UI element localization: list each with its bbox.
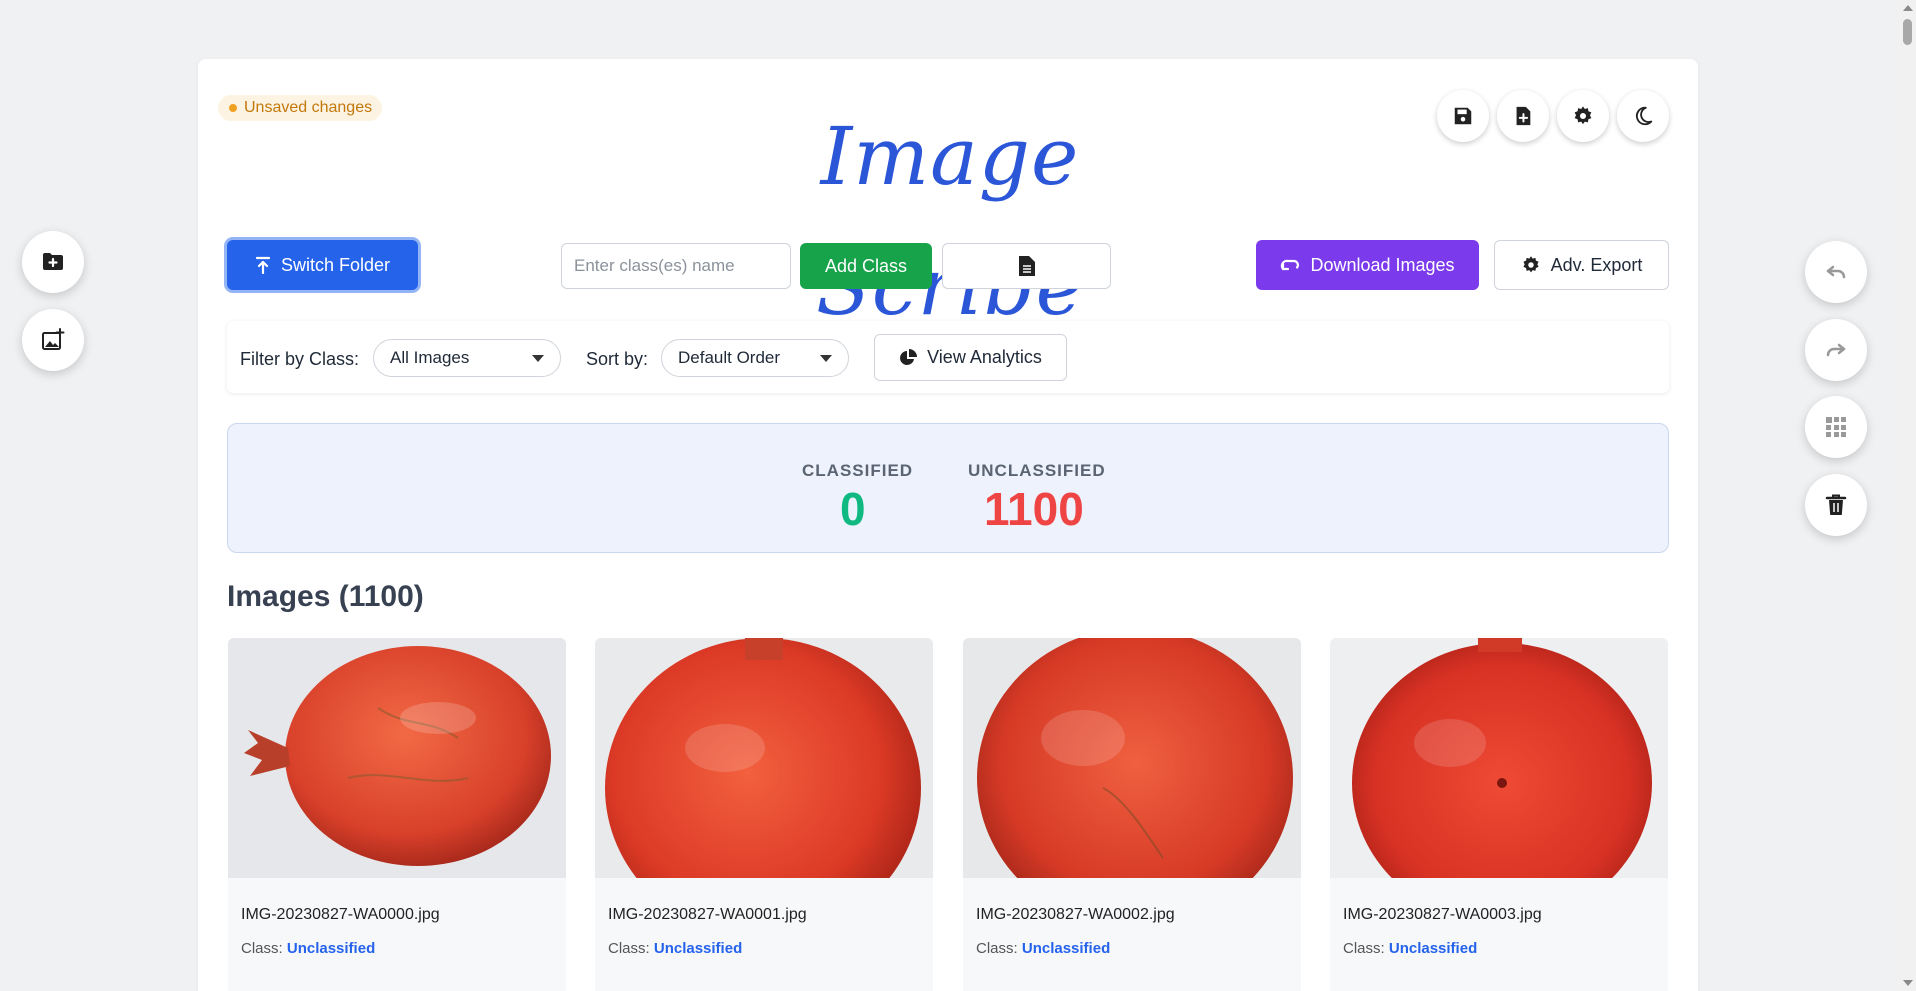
app-title: Image Scribe bbox=[816, 110, 1083, 333]
image-class: Class: Unclassified bbox=[241, 940, 375, 957]
switch-folder-button[interactable]: Switch Folder bbox=[227, 240, 418, 290]
unsaved-changes-badge: Unsaved changes bbox=[218, 95, 383, 121]
moon-icon bbox=[1635, 106, 1653, 126]
download-images-label: Download Images bbox=[1310, 254, 1455, 275]
upload-icon bbox=[255, 256, 271, 274]
gear-icon bbox=[1574, 106, 1592, 125]
class-value: Unclassified bbox=[1388, 940, 1478, 957]
advanced-export-label: Adv. Export bbox=[1550, 254, 1643, 275]
page-scrollbar[interactable] bbox=[1899, 0, 1916, 991]
settings-button[interactable] bbox=[1557, 90, 1609, 142]
new-file-button[interactable] bbox=[1497, 90, 1549, 142]
download-icon bbox=[1281, 259, 1300, 271]
image-card[interactable]: IMG-20230827-WA0002.jpg Class: Unclassif… bbox=[963, 638, 1301, 991]
class-prefix: Class: bbox=[241, 940, 283, 957]
images-heading: Images (1100) bbox=[227, 580, 424, 613]
image-card[interactable]: IMG-20230827-WA0000.jpg Class: Unclassif… bbox=[228, 638, 566, 991]
grid-icon bbox=[1826, 417, 1846, 437]
delete-button[interactable] bbox=[1805, 474, 1867, 536]
add-folder-button[interactable] bbox=[22, 231, 84, 293]
image-class: Class: Unclassified bbox=[1343, 940, 1477, 957]
filter-class-select[interactable]: All Images bbox=[373, 339, 561, 377]
save-button[interactable] bbox=[1437, 90, 1489, 142]
unclassified-label: UNCLASSIFIED bbox=[968, 461, 1106, 480]
add-class-button[interactable]: Add Class bbox=[800, 243, 932, 289]
undo-icon bbox=[1826, 265, 1846, 279]
scroll-thumb[interactable] bbox=[1903, 19, 1912, 45]
class-value: Unclassified bbox=[653, 940, 743, 957]
image-class: Class: Unclassified bbox=[976, 940, 1110, 957]
trash-icon bbox=[1825, 494, 1847, 515]
gear-icon bbox=[1523, 256, 1539, 273]
image-class: Class: Unclassified bbox=[608, 940, 742, 957]
classified-label: CLASSIFIED bbox=[802, 461, 914, 480]
image-plus-icon bbox=[42, 328, 65, 350]
filter-by-class-label: Filter by Class: bbox=[240, 349, 360, 369]
redo-button[interactable] bbox=[1805, 319, 1867, 381]
class-value: Unclassified bbox=[286, 940, 376, 957]
folder-plus-icon bbox=[43, 253, 63, 270]
scroll-down-arrow[interactable] bbox=[1903, 980, 1913, 986]
class-name-input[interactable] bbox=[561, 243, 791, 289]
dark-mode-button[interactable] bbox=[1617, 90, 1669, 142]
image-thumbnail bbox=[228, 638, 566, 878]
image-filename: IMG-20230827-WA0000.jpg bbox=[241, 906, 440, 923]
image-card[interactable]: IMG-20230827-WA0001.jpg Class: Unclassif… bbox=[595, 638, 933, 991]
view-analytics-label: View Analytics bbox=[927, 347, 1042, 367]
download-images-button[interactable]: Download Images bbox=[1256, 240, 1479, 290]
unclassified-count: 1100 bbox=[984, 483, 1084, 535]
document-icon bbox=[1018, 256, 1035, 276]
grid-view-button[interactable] bbox=[1805, 396, 1867, 458]
advanced-export-button[interactable]: Adv. Export bbox=[1494, 240, 1669, 290]
image-thumbnail bbox=[595, 638, 933, 878]
file-plus-icon bbox=[1516, 106, 1531, 126]
class-prefix: Class: bbox=[1343, 940, 1385, 957]
chevron-down-icon bbox=[532, 355, 544, 362]
class-value: Unclassified bbox=[1021, 940, 1111, 957]
scroll-up-arrow[interactable] bbox=[1903, 5, 1913, 11]
image-thumbnail bbox=[1330, 638, 1668, 878]
image-filename: IMG-20230827-WA0001.jpg bbox=[608, 906, 807, 923]
add-class-label: Add Class bbox=[824, 255, 908, 276]
image-filename: IMG-20230827-WA0003.jpg bbox=[1343, 906, 1542, 923]
image-filename: IMG-20230827-WA0002.jpg bbox=[976, 906, 1175, 923]
switch-folder-label: Switch Folder bbox=[280, 254, 391, 275]
save-icon bbox=[1454, 107, 1472, 125]
redo-icon bbox=[1826, 343, 1846, 357]
add-image-button[interactable] bbox=[22, 309, 84, 371]
sort-by-label: Sort by: bbox=[586, 349, 649, 369]
stats-panel bbox=[227, 423, 1669, 553]
pie-chart-icon bbox=[900, 348, 918, 365]
import-classes-button[interactable] bbox=[942, 243, 1111, 289]
sort-order-value: Default Order bbox=[678, 348, 781, 367]
view-analytics-button[interactable]: View Analytics bbox=[874, 334, 1067, 381]
classified-count: 0 bbox=[840, 483, 866, 535]
class-prefix: Class: bbox=[608, 940, 650, 957]
filter-class-value: All Images bbox=[390, 348, 470, 367]
image-thumbnail bbox=[963, 638, 1301, 878]
sort-order-select[interactable]: Default Order bbox=[661, 339, 849, 377]
chevron-down-icon bbox=[820, 355, 832, 362]
class-prefix: Class: bbox=[976, 940, 1018, 957]
image-card[interactable]: IMG-20230827-WA0003.jpg Class: Unclassif… bbox=[1330, 638, 1668, 991]
undo-button[interactable] bbox=[1805, 241, 1867, 303]
